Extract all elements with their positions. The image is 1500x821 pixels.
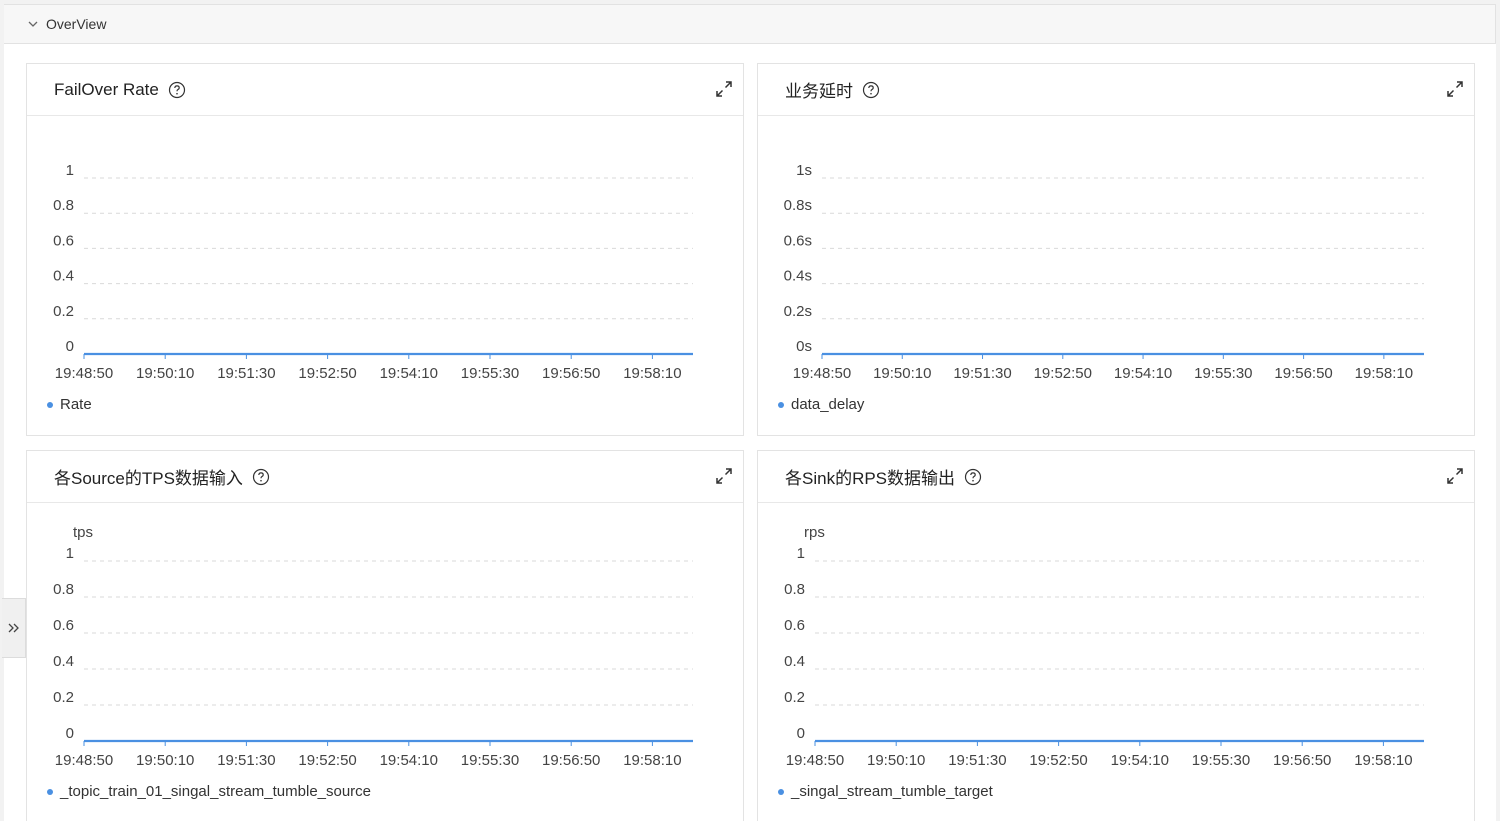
x-tick-label: 19:55:30 [461,365,519,378]
x-tick-label: 19:48:50 [793,365,851,378]
legend-dot [778,788,784,795]
y-tick-label: 0.8 [784,581,805,598]
panel-title: FailOver Rate [54,79,159,99]
panel-title: 业务延时 [785,82,853,101]
legend-label: _singal_stream_tumble_target [791,783,993,800]
y-axis-unit-label: rps [804,524,825,541]
expand-icon[interactable] [1446,80,1464,98]
chart-legend[interactable]: data_delay [778,396,864,413]
chart-legend[interactable]: _singal_stream_tumble_target [778,783,993,800]
panel-failover-rate: FailOver Rate 0 0.2 0.4 0.6 0.8 1 19:48:50 19:5… [26,63,744,436]
x-tick-label: 19:58:10 [623,365,681,378]
help-icon[interactable] [168,81,186,99]
y-tick-label: 0 [66,338,74,355]
line-chart: 0s 0.2s 0.4s 0.6s 0.8s 1s 19:48:50 19:50:10 19:5… [784,162,1424,378]
x-tick-label: 19:56:50 [1273,752,1331,765]
x-tick-label: 19:58:10 [623,752,681,765]
panel-business-delay: 业务延时 0s 0.2s 0.4s 0.6s 0.8s 1s 19:48:50 19:50:1… [757,63,1475,436]
y-tick-label: 0 [66,725,74,742]
chevron-down-icon[interactable] [26,17,40,31]
overview-section-header[interactable]: OverView [4,4,1496,44]
y-tick-label: 1 [797,545,805,562]
x-tick-label: 19:50:10 [136,365,194,378]
panel-header: 各Sink的RPS数据输出 [758,451,1474,503]
x-tick-label: 19:58:10 [1355,365,1413,378]
y-tick-label: 0.4s [784,268,812,285]
y-tick-label: 0.6 [53,232,74,249]
y-tick-label: 0.2 [53,303,74,320]
y-tick-label: 0.8 [53,197,74,214]
legend-label: data_delay [791,396,865,413]
x-tick-label: 19:48:50 [786,752,844,765]
expand-icon[interactable] [1446,467,1464,485]
line-chart: tps 0 0.2 0.4 0.6 0.8 1 19:48:50 19:50:10 19:51:3… [53,524,693,765]
y-tick-label: 0s [796,338,812,355]
x-tick-label: 19:50:10 [873,365,931,378]
double-chevron-right-icon [8,623,19,633]
panel-header: 各Source的TPS数据输入 [27,451,743,503]
legend-dot [778,401,784,408]
x-tick-label: 19:54:10 [1114,365,1172,378]
y-tick-label: 0.2s [784,303,812,320]
x-tick-label: 19:52:50 [1029,752,1087,765]
x-tick-label: 19:56:50 [1274,365,1332,378]
y-tick-label: 0.6 [784,617,805,634]
y-tick-label: 0.2 [53,689,74,706]
x-tick-label: 19:58:10 [1354,752,1412,765]
panel-header: FailOver Rate [27,64,743,116]
x-tick-label: 19:54:10 [380,365,438,378]
y-tick-label: 0.4 [784,653,805,670]
panel-sink-rps: 各Sink的RPS数据输出 rps 0 0.2 0.4 0.6 0.8 1 19:48:50 1… [757,450,1475,821]
y-axis-unit-label: tps [73,524,93,541]
x-tick-label: 19:52:50 [1034,365,1092,378]
y-tick-label: 0.8 [53,581,74,598]
panel-source-tps: 各Source的TPS数据输入 tps 0 0.2 0.4 0.6 0.8 1 19:48:5… [26,450,744,821]
y-tick-label: 0.4 [53,653,74,670]
x-tick-label: 19:50:10 [136,752,194,765]
line-chart: 0 0.2 0.4 0.6 0.8 1 19:48:50 19:50:10 19:51:30 19… [53,162,693,378]
x-tick-label: 19:50:10 [867,752,925,765]
x-tick-label: 19:52:50 [298,752,356,765]
x-tick-label: 19:51:30 [217,365,275,378]
help-icon[interactable] [252,468,270,486]
y-tick-label: 0.2 [784,689,805,706]
legend-label: Rate [60,396,92,413]
x-tick-label: 19:56:50 [542,752,600,765]
legend-label: _topic_train_01_singal_stream_tumble_sou… [60,783,372,800]
panel-title: 各Sink的RPS数据输出 [785,469,956,488]
y-tick-label: 0.6s [784,232,812,249]
x-tick-label: 19:51:30 [217,752,275,765]
y-tick-label: 0 [797,725,805,742]
help-icon[interactable] [964,468,982,486]
expand-icon[interactable] [715,80,733,98]
line-chart: rps 0 0.2 0.4 0.6 0.8 1 19:48:50 19:50:10 19:51:3… [784,524,1424,765]
x-tick-label: 19:51:30 [948,752,1006,765]
chart-legend[interactable]: _topic_train_01_singal_stream_tumble_sou… [47,783,371,800]
y-tick-label: 1s [796,162,812,179]
panel-title: 各Source的TPS数据输入 [54,469,243,488]
x-tick-label: 19:55:30 [1194,365,1252,378]
x-tick-label: 19:54:10 [1111,752,1169,765]
y-tick-label: 1 [66,162,74,179]
panel-header: 业务延时 [758,64,1474,116]
legend-dot [47,788,53,795]
section-title: OverView [46,16,107,32]
chart-legend[interactable]: Rate [47,396,92,413]
legend-dot [47,401,53,408]
sidebar-expand-toggle[interactable] [2,598,26,658]
x-tick-label: 19:54:10 [380,752,438,765]
y-tick-label: 1 [66,545,74,562]
expand-icon[interactable] [715,467,733,485]
x-tick-label: 19:55:30 [461,752,519,765]
help-icon[interactable] [862,81,880,99]
x-tick-label: 19:48:50 [55,752,113,765]
y-tick-label: 0.8s [784,197,812,214]
x-tick-label: 19:55:30 [1192,752,1250,765]
x-tick-label: 19:52:50 [298,365,356,378]
x-tick-label: 19:51:30 [953,365,1011,378]
x-tick-label: 19:56:50 [542,365,600,378]
x-tick-label: 19:48:50 [55,365,113,378]
y-tick-label: 0.6 [53,617,74,634]
y-tick-label: 0.4 [53,268,74,285]
